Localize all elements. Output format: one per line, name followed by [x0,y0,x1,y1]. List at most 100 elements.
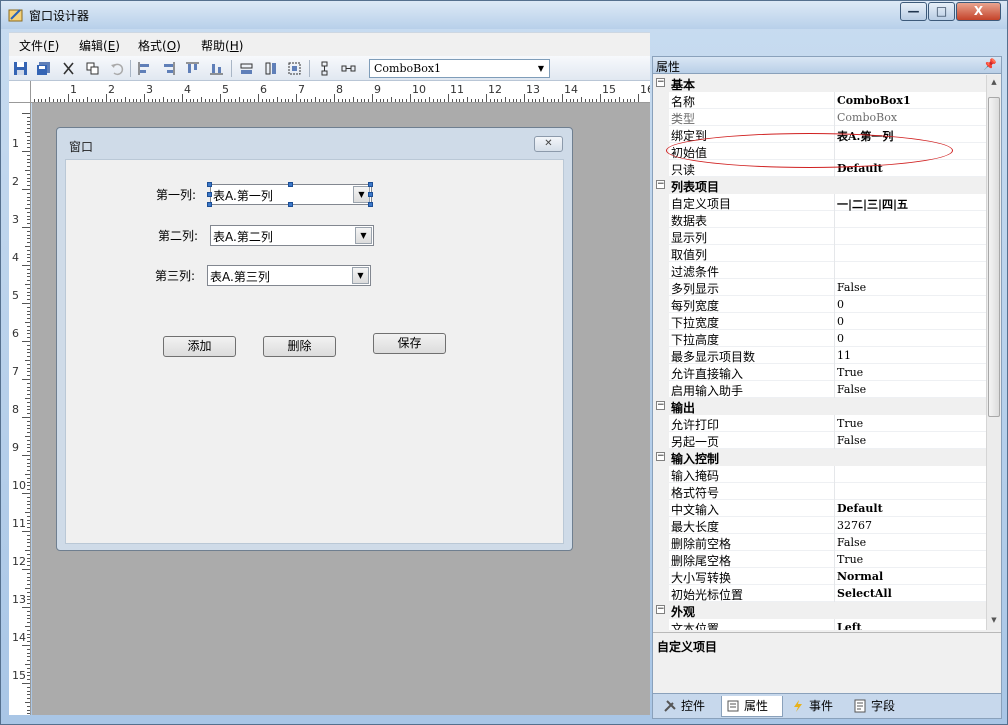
resize-handle[interactable] [207,202,212,207]
save-button[interactable]: 保存 [373,333,446,354]
save-icon[interactable] [11,59,30,78]
menu-file[interactable]: 文件(F) [19,37,59,54]
property-row[interactable]: 允许打印 True [653,415,986,432]
resize-handle[interactable] [207,182,212,187]
delete-button[interactable]: 删除 [263,336,336,357]
align-bottom-icon[interactable] [207,59,226,78]
tab-properties[interactable]: 属性 [721,696,783,717]
property-row[interactable]: 启用输入助手 False [653,381,986,398]
property-row[interactable]: 另起一页 False [653,432,986,449]
property-value[interactable]: ComboBox [837,111,897,124]
tab-fields[interactable]: 字段 [849,696,907,717]
property-row[interactable]: 输入掩码 [653,466,986,483]
property-value[interactable]: False [837,434,866,447]
property-row[interactable]: 删除尾空格 True [653,551,986,568]
property-row[interactable]: 大小写转换 Normal [653,568,986,585]
property-row[interactable]: 取值列 [653,245,986,262]
property-row[interactable]: 最多显示项目数 11 [653,347,986,364]
property-value[interactable]: False [837,536,866,549]
maximize-button[interactable]: □ [928,2,955,21]
property-value[interactable]: 一|二|三|四|五 [837,196,908,212]
property-category[interactable]: − 列表项目 [653,177,986,194]
property-value[interactable]: SelectAll [837,587,892,600]
add-button[interactable]: 添加 [163,336,236,357]
property-row[interactable]: 数据表 [653,211,986,228]
resize-handle[interactable] [207,192,212,197]
horizontal-spacing-icon[interactable] [339,59,358,78]
resize-handle[interactable] [368,202,373,207]
property-row[interactable]: 每列宽度 0 [653,296,986,313]
pin-icon[interactable]: 📌 [983,58,997,71]
property-row[interactable]: 中文输入 Default [653,500,986,517]
menu-help[interactable]: 帮助(H) [201,37,243,54]
property-value[interactable]: 0 [837,315,844,328]
property-row[interactable]: 文本位置 Left [653,619,986,630]
property-row[interactable]: 格式符号 [653,483,986,500]
combobox-3[interactable]: 表A.第三列 ▼ [207,265,371,286]
align-top-icon[interactable] [183,59,202,78]
property-value[interactable]: Normal [837,570,883,583]
property-row[interactable]: 删除前空格 False [653,534,986,551]
property-category[interactable]: − 外观 [653,602,986,619]
property-value[interactable]: Default [837,502,883,515]
copy-icon[interactable] [83,59,102,78]
property-row[interactable]: 最大长度 32767 [653,517,986,534]
collapse-icon[interactable]: − [656,180,665,189]
property-row[interactable]: 显示列 [653,228,986,245]
scroll-down-icon[interactable]: ▼ [987,613,1001,628]
property-category[interactable]: − 基本 [653,75,986,92]
property-row[interactable]: 过滤条件 [653,262,986,279]
resize-handle[interactable] [368,192,373,197]
save-all-icon[interactable] [34,59,53,78]
property-value[interactable]: 32767 [837,519,872,532]
property-value[interactable]: True [837,553,863,566]
property-value[interactable]: 11 [837,349,851,362]
scroll-thumb[interactable] [988,97,1000,417]
property-value[interactable]: 0 [837,298,844,311]
property-row[interactable]: 类型 ComboBox [653,109,986,126]
chevron-down-icon[interactable]: ▼ [533,60,549,77]
tab-events[interactable]: 事件 [787,696,845,717]
same-height-icon[interactable] [261,59,280,78]
property-row[interactable]: 名称 ComboBox1 [653,92,986,109]
property-scrollbar[interactable]: ▲ ▼ [986,75,1001,630]
resize-handle[interactable] [368,182,373,187]
cut-icon[interactable] [59,59,78,78]
property-value[interactable]: Left [837,621,862,630]
close-button[interactable]: X [956,2,1001,21]
resize-handle[interactable] [288,202,293,207]
combobox-2[interactable]: 表A.第二列 ▼ [210,225,374,246]
property-category[interactable]: − 输出 [653,398,986,415]
undo-icon[interactable] [107,59,126,78]
property-value[interactable]: 0 [837,332,844,345]
form-close-button[interactable]: ✕ [534,136,563,152]
collapse-icon[interactable]: − [656,401,665,410]
vertical-spacing-icon[interactable] [315,59,334,78]
property-row[interactable]: 下拉高度 0 [653,330,986,347]
property-row[interactable]: 下拉宽度 0 [653,313,986,330]
menu-edit[interactable]: 编辑(E) [79,37,120,54]
minimize-button[interactable]: — [900,2,927,21]
design-canvas[interactable]: 窗口 ✕ 第一列: 表A.第一列 ▼ 第二列: 表A.第二列 ▼ 第三列: 表A… [32,103,650,715]
chevron-down-icon[interactable]: ▼ [352,267,369,284]
property-value[interactable]: True [837,366,863,379]
collapse-icon[interactable]: − [656,605,665,614]
align-right-icon[interactable] [159,59,178,78]
tab-controls[interactable]: 控件 [659,696,717,717]
property-category[interactable]: − 输入控制 [653,449,986,466]
property-value[interactable]: False [837,383,866,396]
same-size-icon[interactable] [285,59,304,78]
collapse-icon[interactable]: − [656,452,665,461]
property-row[interactable]: 自定义项目 一|二|三|四|五 [653,194,986,211]
property-row[interactable]: 初始光标位置 SelectAll [653,585,986,602]
property-value[interactable]: ComboBox1 [837,94,911,107]
property-row[interactable]: 多列显示 False [653,279,986,296]
designed-form[interactable]: 窗口 ✕ 第一列: 表A.第一列 ▼ 第二列: 表A.第二列 ▼ 第三列: 表A… [56,127,573,551]
form-client-area[interactable]: 第一列: 表A.第一列 ▼ 第二列: 表A.第二列 ▼ 第三列: 表A.第三列 … [65,159,564,544]
menu-format[interactable]: 格式(O) [138,37,181,54]
property-value[interactable]: False [837,281,866,294]
property-value[interactable]: True [837,417,863,430]
property-row[interactable]: 允许直接输入 True [653,364,986,381]
same-width-icon[interactable] [237,59,256,78]
align-left-icon[interactable] [135,59,154,78]
